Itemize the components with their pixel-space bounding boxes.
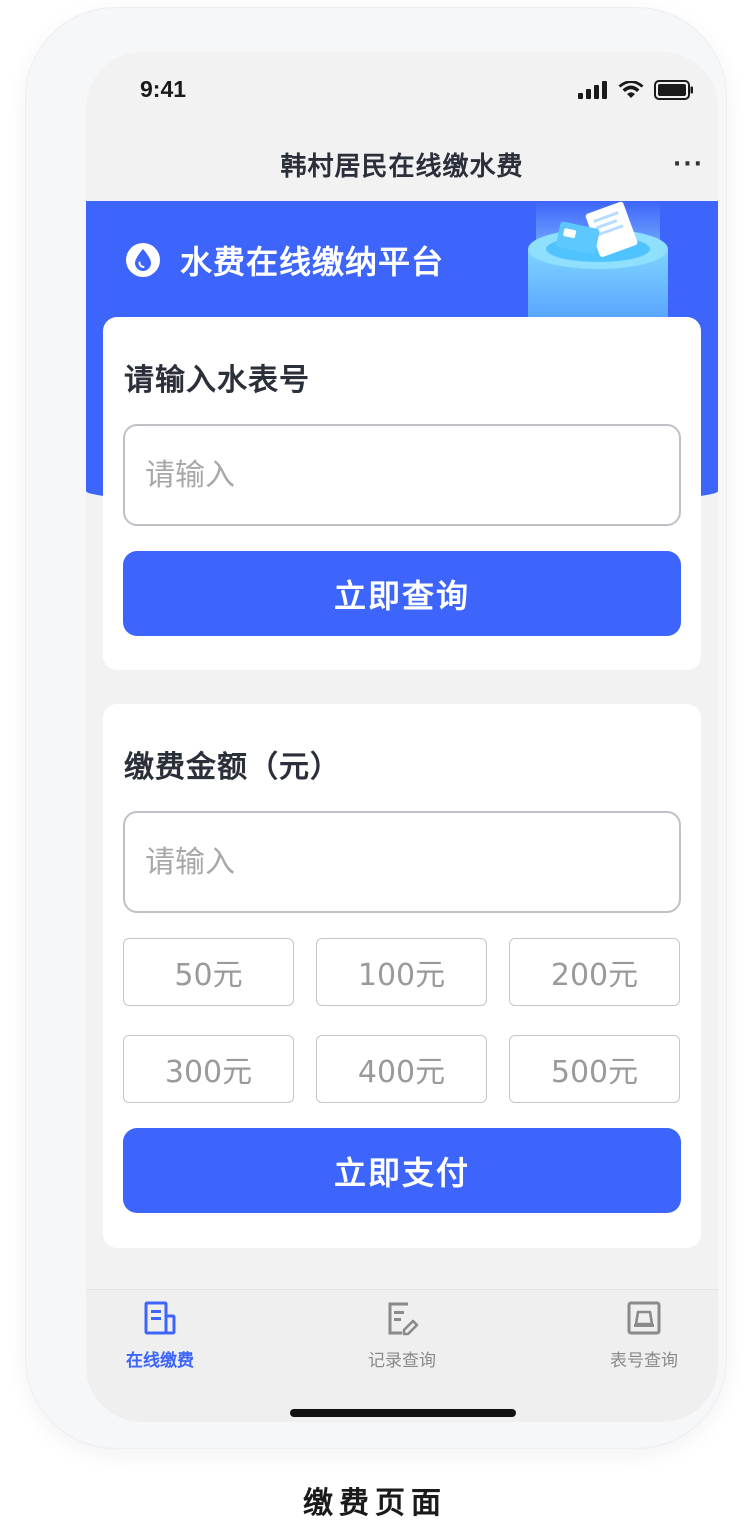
meter-query-card: 请输入水表号 立即查询 (103, 317, 701, 670)
tab-label-meter-query: 表号查询 (610, 1351, 678, 1371)
payment-amount-label: 缴费金额（元） (124, 750, 341, 785)
bottom-tab-bar: 在线缴费 记录查询 表号查询 (86, 1289, 718, 1422)
phone-screen: 9:41 韩村居民在线缴水费 ··· 水费在线缴纳平台 请输入水表号 请输入 立… (86, 52, 718, 1422)
status-icons (578, 80, 694, 100)
amount-option-50[interactable]: 50元 (123, 938, 294, 1006)
meter-number-label: 请输入水表号 (124, 363, 310, 398)
page-title: 韩村居民在线缴水费 (280, 152, 524, 182)
query-button[interactable]: 立即查询 (123, 551, 681, 636)
home-indicator (290, 1409, 516, 1417)
meter-number-input[interactable] (125, 426, 679, 524)
more-options-icon[interactable]: ··· (673, 152, 704, 177)
signal-icon (578, 81, 607, 99)
pay-button[interactable]: 立即支付 (123, 1128, 681, 1213)
payment-amount-input[interactable] (125, 813, 679, 911)
record-edit-icon (388, 1302, 419, 1336)
page-caption: 缴费页面 (303, 1486, 447, 1521)
tab-label-record-query: 记录查询 (368, 1351, 436, 1371)
banner-title: 水费在线缴纳平台 (180, 243, 445, 281)
battery-icon (654, 80, 693, 100)
meter-icon (627, 1301, 661, 1335)
phone-frame: 9:41 韩村居民在线缴水费 ··· 水费在线缴纳平台 请输入水表号 请输入 立… (26, 8, 726, 1448)
amount-option-500[interactable]: 500元 (509, 1035, 680, 1103)
payment-illustration-icon (528, 201, 668, 317)
meter-number-field-wrapper (123, 424, 681, 526)
status-bar: 9:41 (86, 52, 718, 132)
amount-option-100[interactable]: 100元 (316, 938, 487, 1006)
payment-amount-field-wrapper (123, 811, 681, 913)
tab-meter-query[interactable]: 表号查询 (584, 1300, 704, 1371)
tab-online-payment[interactable]: 在线缴费 (100, 1300, 220, 1371)
amount-option-200[interactable]: 200元 (509, 938, 680, 1006)
tab-record-query[interactable]: 记录查询 (342, 1300, 462, 1371)
navigation-bar: 韩村居民在线缴水费 ··· (86, 132, 718, 201)
amount-options: 50元 100元 200元 300元 400元 500元 (123, 938, 681, 1103)
tab-label-online-payment: 在线缴费 (126, 1351, 194, 1371)
status-time: 9:41 (140, 76, 187, 102)
bill-icon (144, 1301, 176, 1335)
amount-option-400[interactable]: 400元 (316, 1035, 487, 1103)
wifi-icon (618, 81, 644, 98)
payment-amount-card: 缴费金额（元） 50元 100元 200元 300元 400元 500元 立即支… (103, 704, 701, 1248)
water-drop-icon (126, 243, 160, 277)
amount-option-300[interactable]: 300元 (123, 1035, 294, 1103)
